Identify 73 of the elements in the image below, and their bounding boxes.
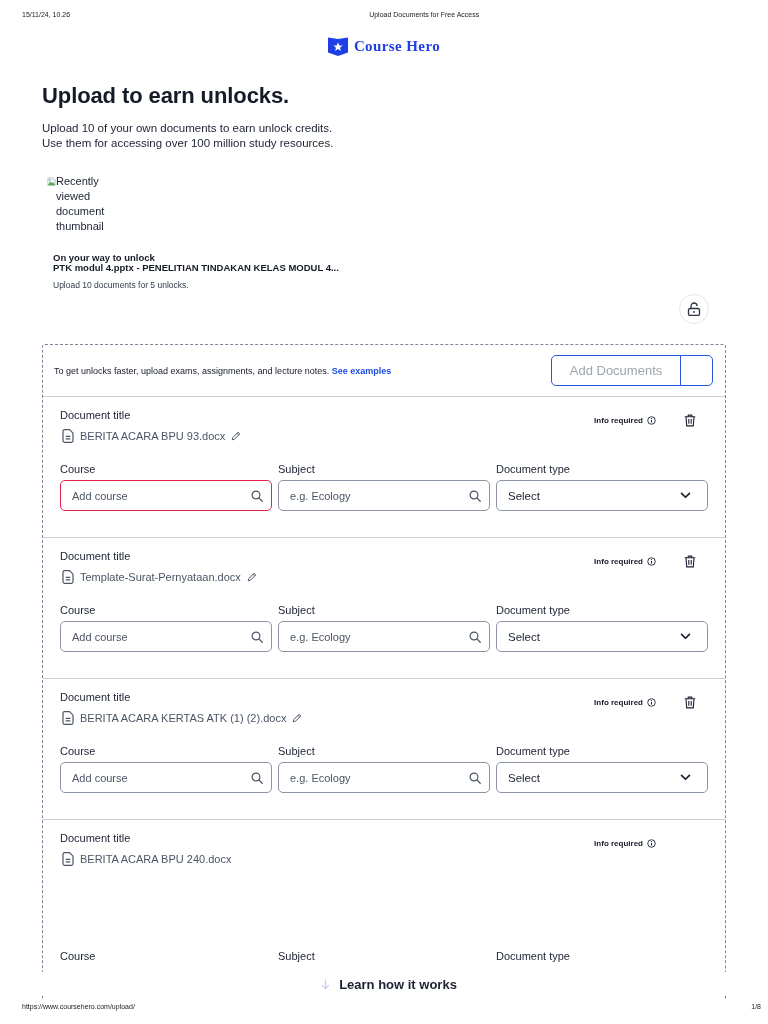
- file-name: BERITA ACARA KERTAS ATK (1) (2).docx: [80, 711, 287, 725]
- file-name: Template-Surat-Pernyataan.docx: [80, 570, 241, 584]
- field-label: Course: [60, 745, 96, 758]
- chevron-down-icon: [680, 633, 691, 640]
- field-label: Subject: [278, 950, 315, 963]
- document-type-select[interactable]: Select: [496, 621, 708, 652]
- search-icon: [251, 490, 263, 502]
- field-label: Course: [60, 604, 96, 617]
- arrow-down-icon: [321, 978, 331, 990]
- info-icon: [647, 697, 656, 707]
- field-label: Document type: [496, 604, 570, 617]
- unlock-button[interactable]: [679, 294, 709, 324]
- course-search-field[interactable]: Add course: [60, 480, 272, 511]
- add-options-button[interactable]: [680, 355, 713, 386]
- pencil-icon[interactable]: [231, 431, 242, 441]
- document-type-select[interactable]: Select: [496, 762, 708, 793]
- field-label: Subject: [278, 745, 315, 758]
- subject-search-field[interactable]: e.g. Ecology: [278, 480, 490, 511]
- search-icon: [469, 772, 481, 784]
- broken-image-icon: [47, 176, 56, 187]
- logo-icon: [327, 35, 348, 56]
- pencil-icon[interactable]: [246, 572, 257, 582]
- document-title-label: Document title: [60, 832, 132, 845]
- field-label: Subject: [278, 463, 315, 476]
- info-icon: [647, 556, 656, 566]
- field-label: Subject: [278, 604, 315, 617]
- trash-icon[interactable]: [684, 695, 696, 709]
- document-icon: [62, 852, 74, 866]
- document-title-label: Document title: [60, 691, 132, 704]
- info-required-status: Info required: [594, 556, 643, 566]
- document-icon: [62, 711, 74, 725]
- page-heading: Upload to earn unlocks.: [42, 83, 291, 109]
- field-label: Document type: [496, 950, 570, 963]
- trash-icon[interactable]: [684, 413, 696, 427]
- file-name: BERITA ACARA BPU 93.docx: [80, 429, 226, 443]
- field-label: Course: [60, 463, 96, 476]
- see-examples-link[interactable]: See examples: [331, 365, 392, 376]
- field-label: Document type: [496, 463, 570, 476]
- info-required-status: Info required: [594, 697, 643, 707]
- intro-text: Use them for accessing over 100 million study resources.: [42, 136, 335, 151]
- chevron-down-icon: [680, 492, 691, 499]
- search-icon: [251, 631, 263, 643]
- document-title-label: Document title: [60, 409, 132, 422]
- document-icon: [62, 429, 74, 443]
- field-label: Course: [60, 950, 96, 963]
- intro-text: Upload 10 of your own documents to earn unlock credits.: [42, 121, 334, 136]
- thumbnail-alt-text: Recently viewed document thumbnail: [56, 174, 106, 234]
- subject-search-field[interactable]: e.g. Ecology: [278, 621, 490, 652]
- subject-search-field[interactable]: e.g. Ecology: [278, 762, 490, 793]
- info-required-status: Info required: [594, 415, 643, 425]
- brand-name: Course Hero: [353, 36, 441, 56]
- field-label: Document type: [496, 745, 570, 758]
- info-icon: [647, 415, 656, 425]
- progress-eyebrow: On your way to unlock: [53, 253, 156, 263]
- chevron-down-icon: [680, 774, 691, 781]
- file-name: BERITA ACARA BPU 240.docx: [80, 852, 232, 866]
- document-title-label: Document title: [60, 550, 132, 563]
- search-icon: [469, 631, 481, 643]
- trash-icon[interactable]: [684, 554, 696, 568]
- upload-tip-text: To get unlocks faster, upload exams, assignments, and lecture notes. See examples: [54, 365, 392, 376]
- document-name: PTK modul 4.pptx - PENELITIAN TINDAKAN KELAS MODUL 4...: [53, 263, 340, 273]
- document-type-select[interactable]: Select: [496, 480, 708, 511]
- search-icon: [251, 772, 263, 784]
- document-icon: [62, 570, 74, 584]
- course-search-field[interactable]: Add course: [60, 621, 272, 652]
- learn-how-it-works-link[interactable]: Learn how it works: [321, 976, 457, 992]
- info-required-status: Info required: [594, 838, 643, 848]
- unlock-note: Upload 10 documents for 5 unlocks.: [53, 280, 190, 290]
- info-icon: [647, 838, 656, 848]
- pencil-icon[interactable]: [292, 713, 303, 723]
- search-icon: [469, 490, 481, 502]
- padlock-open-icon: [687, 302, 701, 316]
- course-search-field[interactable]: Add course: [60, 762, 272, 793]
